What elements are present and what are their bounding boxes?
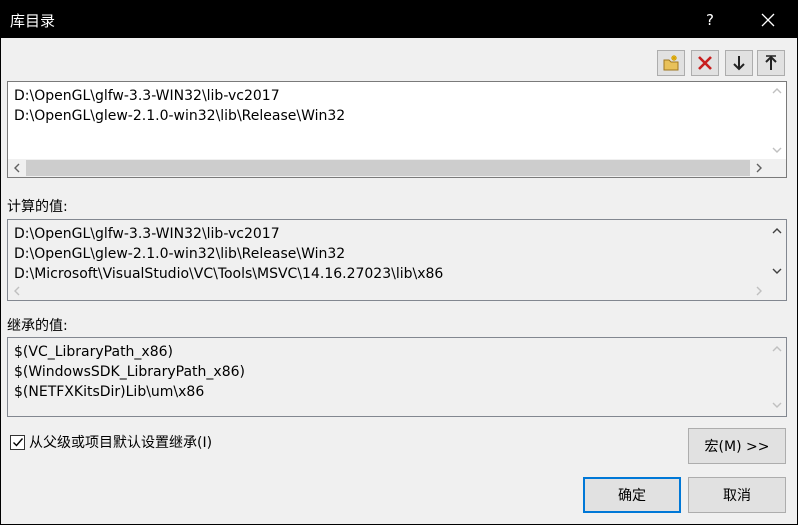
scroll-up-icon[interactable] — [768, 340, 786, 358]
vertical-scrollbar[interactable] — [768, 338, 786, 416]
scroll-left-icon[interactable] — [8, 282, 26, 300]
directory-editor[interactable]: D:\OpenGL\glfw-3.3-WIN32\lib-vc2017 D:\Op… — [7, 81, 787, 178]
close-icon — [761, 13, 775, 26]
scroll-down-icon[interactable] — [768, 141, 786, 159]
cancel-button-label: 取消 — [723, 488, 751, 504]
directory-editor-lines[interactable]: D:\OpenGL\glfw-3.3-WIN32\lib-vc2017 D:\Op… — [14, 86, 345, 126]
evaluated-values-list[interactable]: D:\OpenGL\glfw-3.3-WIN32\lib-vc2017 D:\Op… — [7, 219, 787, 301]
vertical-scrollbar[interactable] — [768, 82, 786, 159]
list-item[interactable]: D:\OpenGL\glfw-3.3-WIN32\lib-vc2017 — [14, 86, 345, 106]
checkmark-icon — [12, 438, 23, 447]
scroll-up-icon[interactable] — [768, 82, 786, 100]
ok-button-label: 确定 — [618, 488, 646, 504]
delete-button[interactable] — [691, 50, 719, 76]
scroll-right-icon[interactable] — [750, 282, 768, 300]
new-line-icon — [663, 55, 679, 71]
inherited-label: 继承的值: — [7, 318, 68, 334]
evaluated-lines: D:\OpenGL\glfw-3.3-WIN32\lib-vc2017 D:\Op… — [14, 224, 443, 284]
list-item: D:\OpenGL\glew-2.1.0-win32\lib\Release\W… — [14, 246, 346, 262]
move-down-icon — [733, 56, 745, 71]
window-title: 库目录 — [10, 12, 56, 30]
evaluated-label: 计算的值: — [7, 199, 68, 215]
move-down-button[interactable] — [725, 50, 753, 76]
delete-icon — [698, 56, 712, 70]
inherited-values-list[interactable]: $(VC_LibraryPath_x86) $(WindowsSDK_Librar… — [7, 337, 787, 417]
inherit-checkbox-label[interactable]: 从父级或项目默认设置继承(I) — [29, 432, 212, 452]
macro-button-label: 宏(M) >> — [704, 439, 770, 455]
scroll-left-icon[interactable] — [8, 159, 26, 177]
horizontal-scrollbar[interactable] — [8, 159, 768, 177]
inherit-checkbox[interactable] — [10, 434, 25, 450]
scroll-down-icon[interactable] — [768, 396, 786, 414]
vertical-scrollbar[interactable] — [768, 220, 786, 282]
library-directories-dialog: 库目录 ? D:\OpenGL\glfw-3.3-WIN32\lib-vc201… — [0, 0, 798, 525]
macro-button[interactable]: 宏(M) >> — [688, 428, 786, 464]
ok-button[interactable]: 确定 — [583, 477, 681, 513]
move-up-icon — [765, 55, 777, 70]
inherited-lines: $(VC_LibraryPath_x86) $(WindowsSDK_Librar… — [14, 342, 245, 402]
help-label: ? — [706, 10, 714, 29]
cancel-button[interactable]: 取消 — [688, 477, 786, 513]
horizontal-scroll-thumb[interactable] — [26, 160, 750, 176]
new-line-button[interactable] — [657, 50, 685, 76]
list-item: $(WindowsSDK_LibraryPath_x86) — [14, 364, 245, 380]
list-item: D:\Microsoft\VisualStudio\VC\Tools\MSVC\… — [14, 266, 444, 282]
scroll-up-icon[interactable] — [768, 222, 786, 240]
horizontal-scrollbar[interactable] — [8, 282, 768, 300]
list-item: $(VC_LibraryPath_x86) — [14, 344, 173, 360]
scroll-corner — [768, 282, 786, 300]
close-button[interactable] — [745, 1, 791, 38]
move-up-button[interactable] — [757, 50, 785, 76]
inherit-checkbox-row[interactable]: 从父级或项目默认设置继承(I) — [10, 432, 212, 452]
list-item: $(NETFXKitsDir)Lib\um\x86 — [14, 384, 205, 400]
help-button[interactable]: ? — [687, 1, 733, 38]
title-bar: 库目录 ? — [1, 1, 797, 38]
scroll-down-icon[interactable] — [768, 262, 786, 280]
scroll-right-icon[interactable] — [750, 159, 768, 177]
scroll-corner — [768, 159, 786, 177]
list-item: D:\OpenGL\glfw-3.3-WIN32\lib-vc2017 — [14, 226, 280, 242]
list-item[interactable]: D:\OpenGL\glew-2.1.0-win32\lib\Release\W… — [14, 106, 345, 126]
